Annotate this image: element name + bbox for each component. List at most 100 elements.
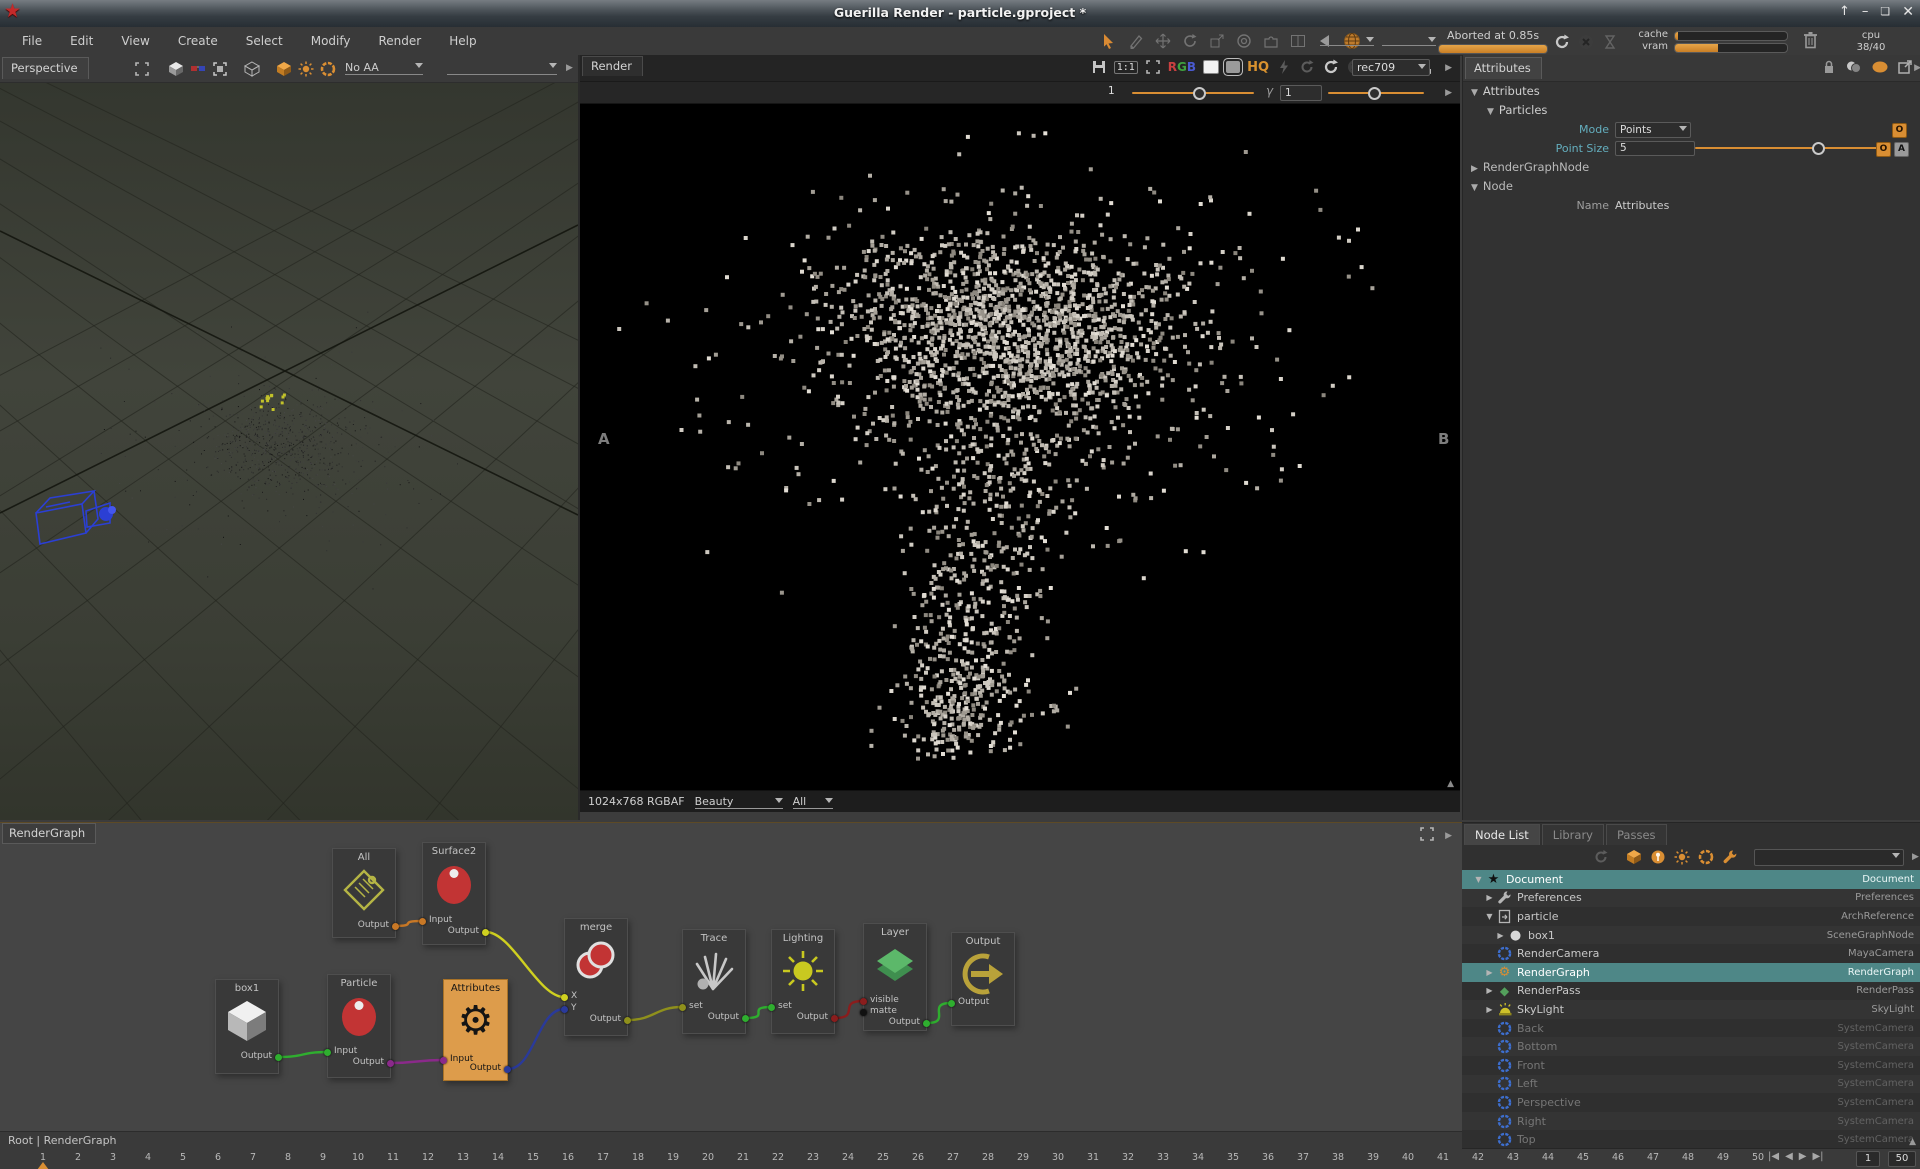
menu-create[interactable]: Create: [164, 34, 232, 48]
nodelist-row-rendercamera[interactable]: RenderCameraMayaCamera: [1462, 944, 1920, 963]
port-set[interactable]: [768, 1004, 775, 1011]
menu-modify[interactable]: Modify: [297, 34, 365, 48]
range-start-field[interactable]: 1: [1856, 1151, 1880, 1167]
timeline-frame-36[interactable]: 36: [1251, 1152, 1285, 1163]
expand-right-icon[interactable]: ▶: [1483, 893, 1496, 902]
timeline-frame-24[interactable]: 24: [831, 1152, 865, 1163]
point-size-anim-button[interactable]: A: [1894, 142, 1909, 157]
playhead-marker[interactable]: [37, 1162, 49, 1169]
timeline-frame-7[interactable]: 7: [236, 1152, 270, 1163]
menu-render[interactable]: Render: [365, 34, 436, 48]
graph-node-all[interactable]: AllOutput: [332, 848, 396, 938]
timeline-frame-14[interactable]: 14: [481, 1152, 515, 1163]
wire-cube-icon[interactable]: [243, 60, 261, 78]
nodelist-row-right[interactable]: RightSystemCamera: [1462, 1112, 1920, 1131]
port-output[interactable]: [948, 1000, 955, 1007]
timeline-frame-6[interactable]: 6: [201, 1152, 235, 1163]
timeline-frame-45[interactable]: 45: [1566, 1152, 1600, 1163]
previous-frame-button[interactable]: ◀: [1785, 1151, 1793, 1162]
timeline-frame-13[interactable]: 13: [446, 1152, 480, 1163]
timeline-frame-11[interactable]: 11: [376, 1152, 410, 1163]
nodelist-row-document[interactable]: ▼★DocumentDocument: [1462, 870, 1920, 889]
mode-override-button[interactable]: O: [1892, 123, 1907, 138]
minimize-icon[interactable]: –: [1862, 3, 1869, 21]
play-button[interactable]: ▶: [1799, 1151, 1807, 1162]
restore-icon[interactable]: ❏: [1880, 3, 1890, 21]
timeline-frame-31[interactable]: 31: [1076, 1152, 1110, 1163]
rendergraph-tab[interactable]: RenderGraph: [2, 823, 96, 844]
perspective-view-label[interactable]: Perspective: [2, 57, 89, 79]
timeline-frame-32[interactable]: 32: [1111, 1152, 1145, 1163]
nodelist-row-particle[interactable]: ▼particleArchReference: [1462, 907, 1920, 926]
slider-bar-overflow-icon[interactable]: ▶: [1445, 88, 1452, 98]
port-output[interactable]: [387, 1060, 394, 1067]
corners-icon[interactable]: [133, 60, 151, 78]
toolbar-dropdown-2[interactable]: [1382, 33, 1436, 46]
graph-node-box1[interactable]: box1Output: [215, 979, 279, 1074]
cancel-render-icon[interactable]: [1576, 32, 1596, 52]
menu-view[interactable]: View: [107, 34, 163, 48]
timeline-frame-9[interactable]: 9: [306, 1152, 340, 1163]
graph-node-particle[interactable]: ParticleInputOutput: [327, 974, 391, 1078]
panels-icon[interactable]: [1289, 32, 1307, 50]
menu-edit[interactable]: Edit: [56, 34, 107, 48]
port-matte[interactable]: [860, 1009, 867, 1016]
collapse-icon[interactable]: ▲: [1447, 779, 1454, 789]
square-bracket-icon[interactable]: [1226, 58, 1240, 76]
pop-out-icon[interactable]: [1897, 59, 1913, 78]
shade-icon[interactable]: ↑: [1839, 3, 1850, 21]
menu-help[interactable]: Help: [435, 34, 490, 48]
nodelist-filter-dropdown[interactable]: [1754, 849, 1904, 866]
name-value[interactable]: Attributes: [1615, 196, 1669, 215]
tab-passes[interactable]: Passes: [1606, 824, 1667, 845]
timeline-frame-28[interactable]: 28: [971, 1152, 1005, 1163]
range-end-field[interactable]: 50: [1888, 1151, 1916, 1167]
go-to-start-button[interactable]: |◀: [1768, 1151, 1779, 1162]
port-y[interactable]: [561, 1006, 568, 1013]
refresh-light-icon[interactable]: [1322, 58, 1340, 76]
timeline-frame-19[interactable]: 19: [656, 1152, 690, 1163]
mode-dropdown[interactable]: Points: [1615, 122, 1691, 138]
expand-right-icon[interactable]: ▶: [1483, 986, 1496, 995]
port-output[interactable]: [275, 1054, 282, 1061]
cube-orange-icon[interactable]: [1625, 848, 1643, 866]
timeline-frame-15[interactable]: 15: [516, 1152, 550, 1163]
cube-orange-icon[interactable]: [275, 60, 293, 78]
nodelist-row-rendergraph[interactable]: ▶⚙RenderGraphRenderGraph: [1462, 963, 1920, 982]
port-output[interactable]: [742, 1015, 749, 1022]
gear-circle-icon[interactable]: [1235, 32, 1253, 50]
scroll-indicator-icon[interactable]: ▲: [1909, 1137, 1916, 1147]
pen-icon[interactable]: [1127, 32, 1145, 50]
section-rendergraphnode[interactable]: ▶RenderGraphNode: [1463, 158, 1920, 177]
aperture-orange-icon[interactable]: [319, 60, 337, 78]
cursor-icon[interactable]: [1100, 32, 1118, 50]
timeline-frame-20[interactable]: 20: [691, 1152, 725, 1163]
graph-node-surface2[interactable]: Surface2InputOutput: [422, 842, 486, 945]
select-cube-icon[interactable]: [211, 60, 229, 78]
timeline-frame-34[interactable]: 34: [1181, 1152, 1215, 1163]
graph-overflow-icon[interactable]: ▶: [1445, 831, 1452, 841]
rendergraph-panel[interactable]: RenderGraph ▶ AllOutput Surface2InputOutp…: [0, 822, 1464, 1149]
graph-node-trace[interactable]: TracesetOutput: [682, 929, 746, 1034]
expand-down-icon[interactable]: ▼: [1483, 912, 1496, 921]
timeline-frame-12[interactable]: 12: [411, 1152, 445, 1163]
gamma-slider[interactable]: [1328, 92, 1424, 94]
timeline-frame-21[interactable]: 21: [726, 1152, 760, 1163]
timeline-frame-35[interactable]: 35: [1216, 1152, 1250, 1163]
timeline-frame-23[interactable]: 23: [796, 1152, 830, 1163]
timeline-frame-18[interactable]: 18: [621, 1152, 655, 1163]
timeline-frame-10[interactable]: 10: [341, 1152, 375, 1163]
go-to-end-button[interactable]: ▶|: [1812, 1151, 1823, 1162]
timeline[interactable]: 1234567891011121314151617181920212223242…: [0, 1148, 1920, 1169]
viewport-extra-dropdown[interactable]: [447, 61, 557, 75]
port-output[interactable]: [923, 1020, 930, 1027]
nodelist-row-skylight[interactable]: ▶SkyLightSkyLight: [1462, 1000, 1920, 1019]
expand-right-icon[interactable]: ▶: [1494, 931, 1507, 940]
point-size-field[interactable]: 5: [1615, 141, 1695, 156]
nodelist-row-left[interactable]: LeftSystemCamera: [1462, 1075, 1920, 1094]
nodelist-overflow-icon[interactable]: ▶: [1912, 852, 1919, 862]
hq-icon[interactable]: HQ: [1247, 58, 1269, 76]
timeline-frame-16[interactable]: 16: [551, 1152, 585, 1163]
rgb-icon[interactable]: RGB: [1168, 58, 1196, 76]
port-output[interactable]: [482, 929, 489, 936]
